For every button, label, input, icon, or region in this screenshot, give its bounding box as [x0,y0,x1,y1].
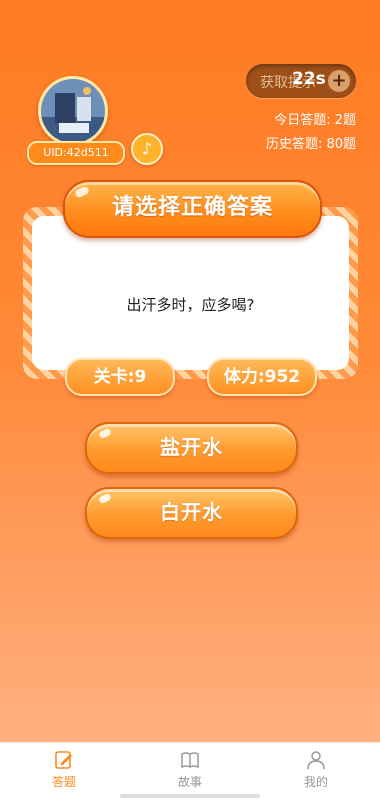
banner-title: 请选择正确答案 [63,180,322,238]
tab-profile[interactable]: 我的 [276,749,356,790]
answer-option-2[interactable]: 白开水 [85,487,298,539]
tab-profile-label: 我的 [303,775,328,789]
music-note-icon: ♪ [141,139,153,158]
avatar[interactable] [38,76,108,146]
hint-button[interactable]: 获取提示 22s + [246,64,356,98]
question-card-body: 出汗多时，应多喝? [32,216,349,370]
tab-answer[interactable]: 答题 [24,749,104,790]
tab-story[interactable]: 故事 [150,749,230,790]
today-answered-count: 今日答题: 2题 [274,113,356,128]
question-text: 出汗多时，应多喝? [126,296,255,314]
plus-icon[interactable]: + [328,70,350,92]
countdown-timer: 22s [292,69,326,89]
tab-answer-label: 答题 [51,775,76,789]
answer-option-1[interactable]: 盐开水 [85,422,298,474]
level-badge: 关卡:9 [65,358,175,396]
book-icon [181,752,199,769]
person-icon [307,751,325,770]
history-answered-count: 历史答题: 80题 [265,137,356,152]
music-toggle-button[interactable]: ♪ [131,133,163,165]
avatar-image [41,79,105,143]
home-indicator [120,794,260,798]
bottom-tab-bar: 答题 故事 我的 [0,742,380,801]
stamina-badge: 体力:952 [207,358,317,396]
tab-story-label: 故事 [177,775,202,789]
pencil-note-icon [55,751,72,769]
uid-badge: UID:42d511 [27,141,125,165]
